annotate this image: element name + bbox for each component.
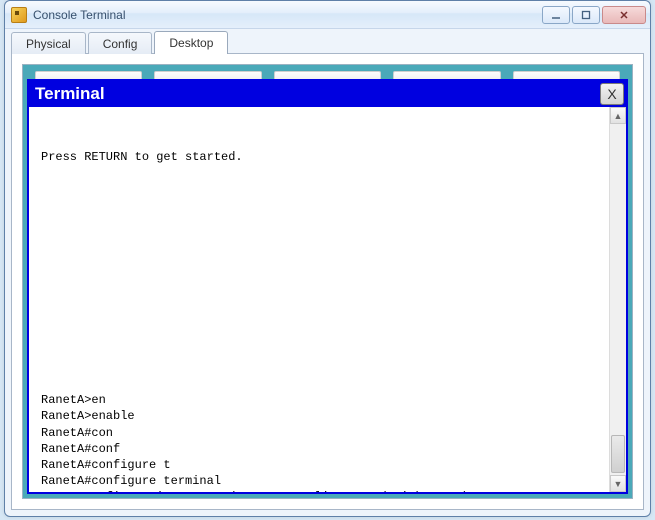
scroll-down-button[interactable]: ▼ (610, 475, 626, 492)
titlebar: Console Terminal (5, 1, 650, 29)
maximize-icon (581, 10, 591, 20)
tab-desktop[interactable]: Desktop (154, 31, 228, 54)
desktop-panel: Terminal X Press RETURN to get started. … (22, 64, 633, 499)
minimize-button[interactable] (542, 6, 570, 24)
terminal-window: Terminal X Press RETURN to get started. … (27, 79, 628, 494)
terminal-close-button[interactable]: X (600, 83, 624, 105)
tab-config[interactable]: Config (88, 32, 153, 54)
minimize-icon (551, 10, 561, 20)
terminal-body-wrap: Press RETURN to get started. RanetA>en R… (29, 107, 626, 492)
tab-strip: Physical Config Desktop (5, 29, 650, 53)
close-icon (619, 10, 629, 20)
window-button-group (540, 6, 646, 24)
tab-physical[interactable]: Physical (11, 32, 86, 54)
maximize-button[interactable] (572, 6, 600, 24)
terminal-titlebar: Terminal X (29, 81, 626, 107)
terminal-scrollbar[interactable]: ▲ ▼ (609, 107, 626, 492)
content-frame: Terminal X Press RETURN to get started. … (11, 53, 644, 510)
window-title: Console Terminal (33, 8, 126, 22)
app-window: Console Terminal Physical Config Desktop (4, 0, 651, 517)
terminal-title: Terminal (35, 84, 600, 104)
app-icon (11, 7, 27, 23)
scroll-thumb[interactable] (611, 435, 625, 473)
scroll-up-button[interactable]: ▲ (610, 107, 626, 124)
scroll-track[interactable] (610, 124, 626, 475)
close-button[interactable] (602, 6, 646, 24)
terminal-output[interactable]: Press RETURN to get started. RanetA>en R… (29, 107, 609, 492)
